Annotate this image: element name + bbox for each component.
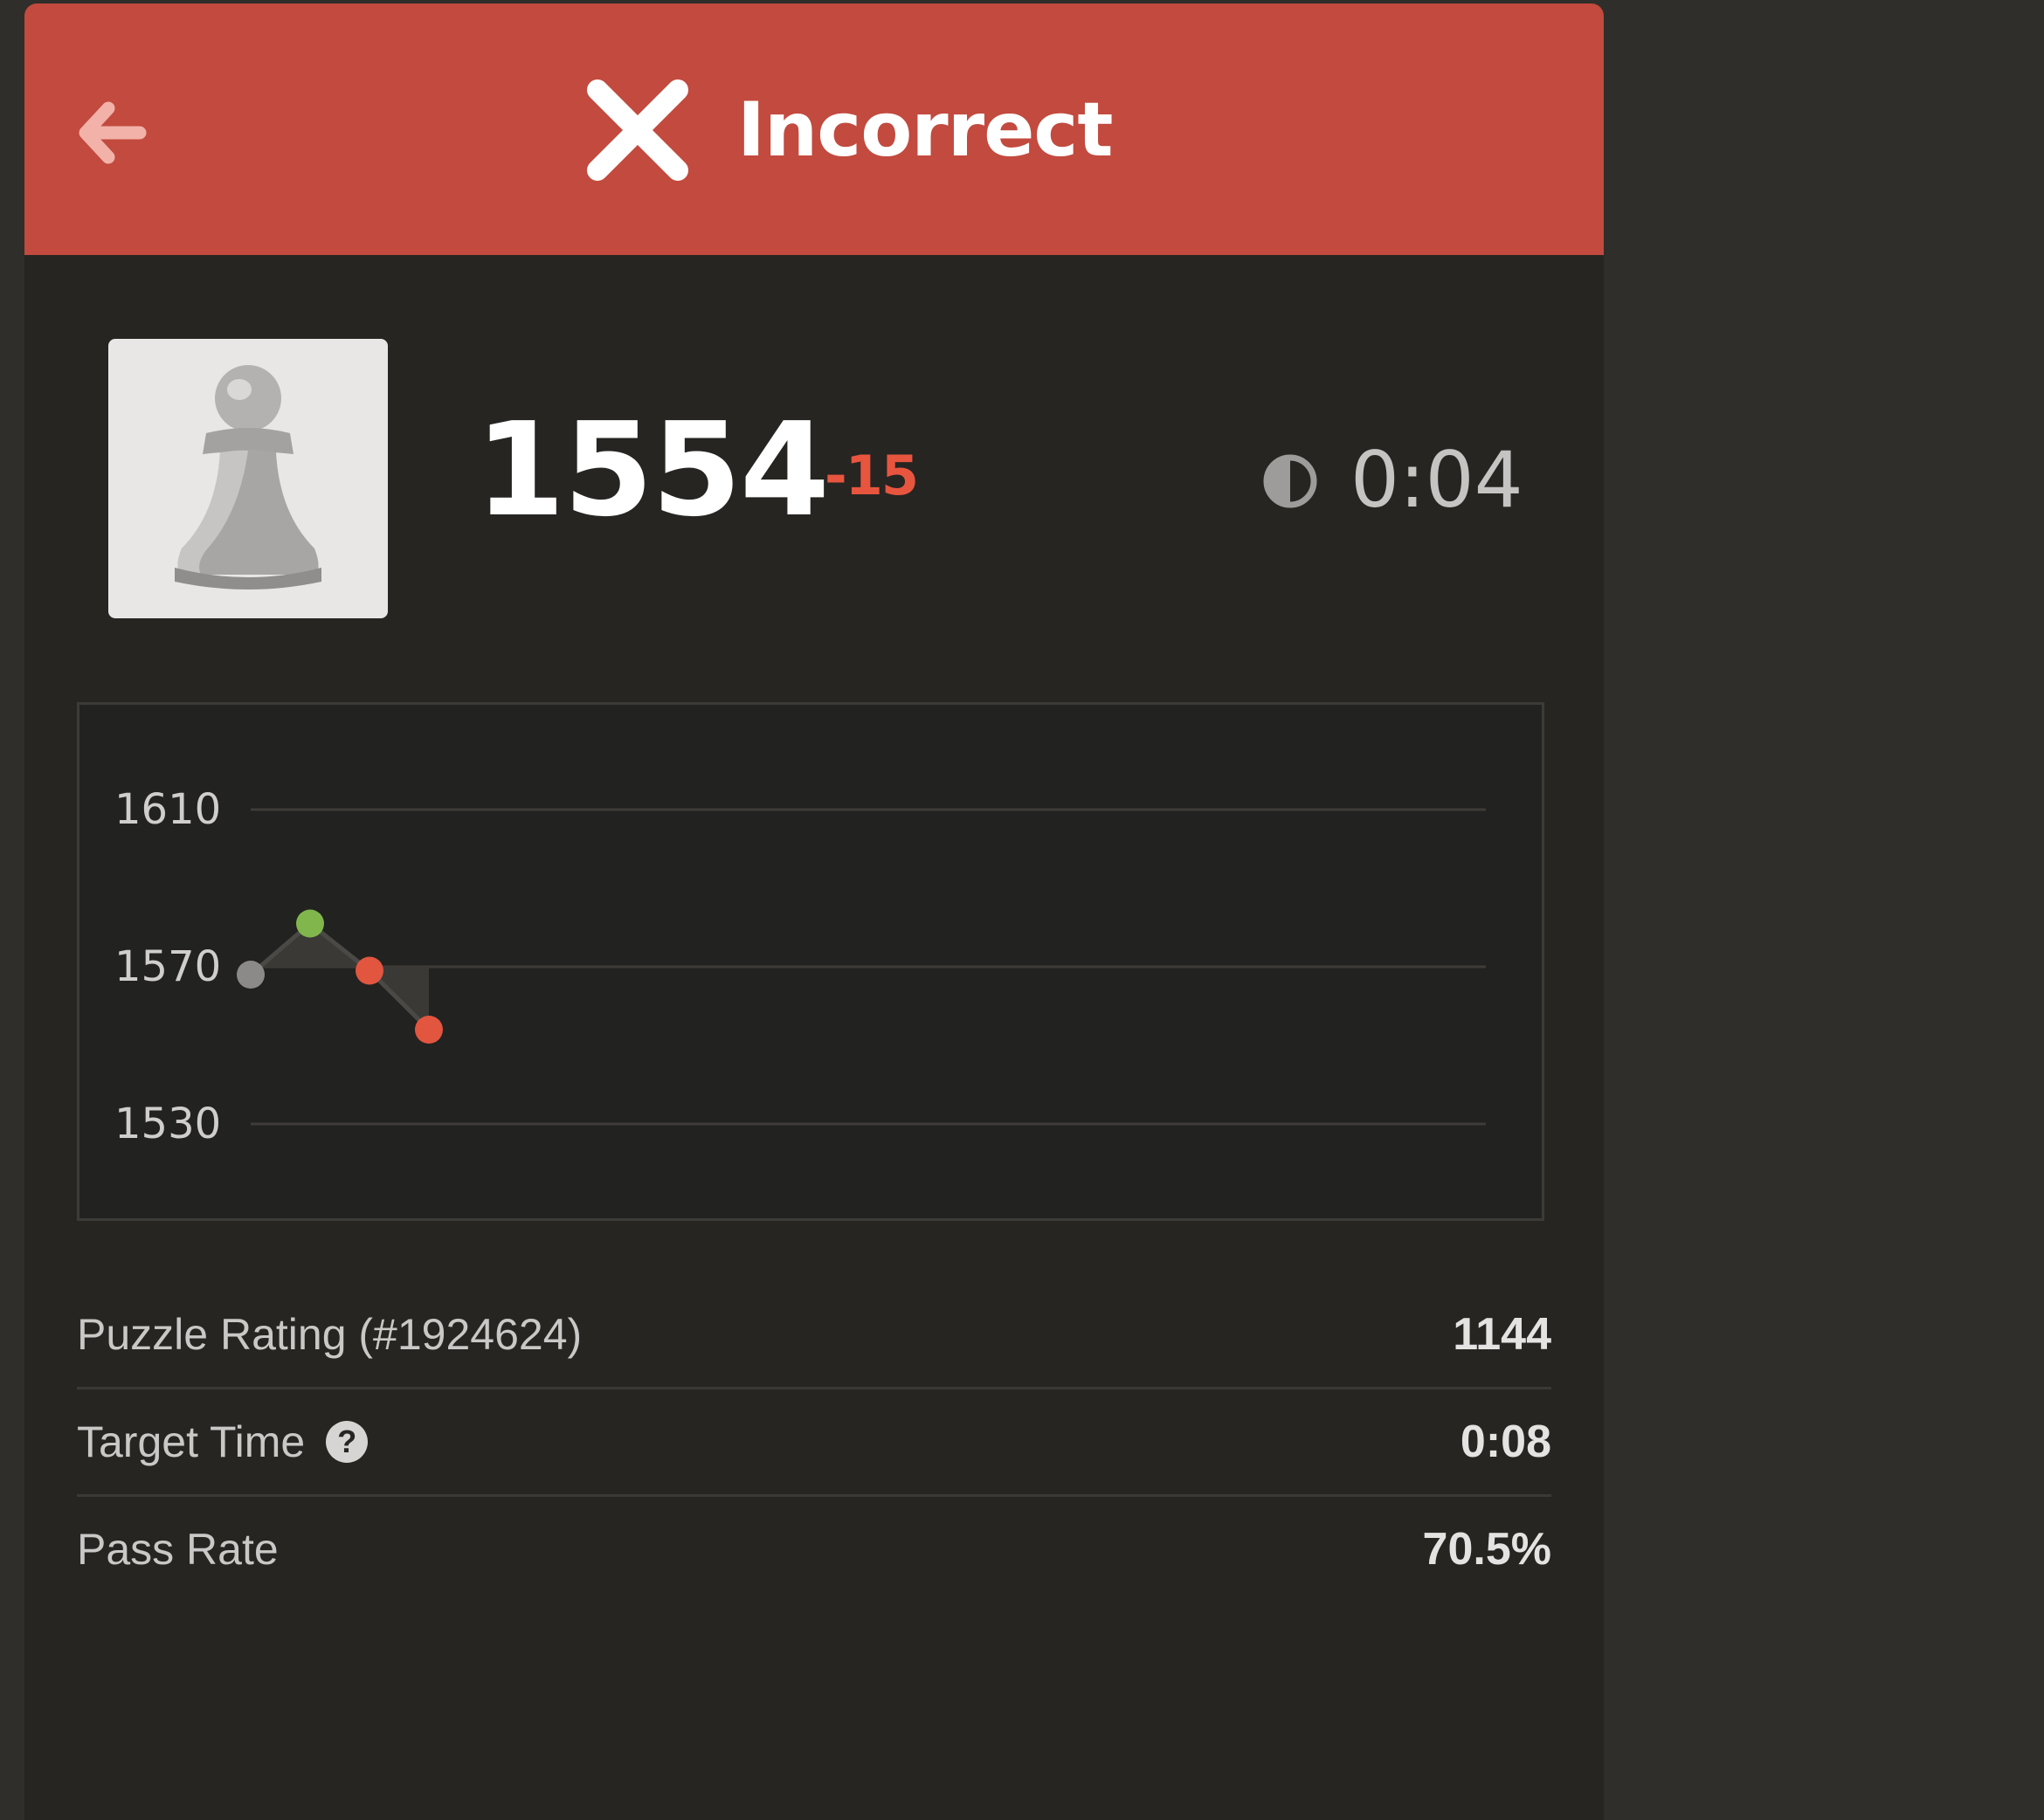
half-circle-clock-icon [1263,454,1317,508]
x-icon [587,79,688,181]
back-button[interactable] [70,91,154,175]
rating-change: -15 [825,444,919,507]
result-title-text: Incorrect [737,86,1114,174]
stat-label: Puzzle Rating (#1924624) [77,1310,583,1359]
arrow-left-icon [79,101,147,164]
stat-value: 1144 [1453,1309,1551,1360]
stat-label: Target Time [77,1417,306,1466]
stat-label-wrap: Target Time ? [77,1417,369,1467]
chart-y-tick-label: 1610 [114,785,221,834]
result-title: Incorrect [584,73,1114,187]
stat-row-pass-rate: Pass Rate 70.5% [77,1497,1551,1602]
stat-row-target-time: Target Time ? 0:08 [77,1389,1551,1497]
question-circle-icon[interactable]: ? [326,1421,369,1463]
stat-label: Pass Rate [77,1525,279,1574]
avatar [108,339,388,618]
result-header: Incorrect [24,3,1604,255]
chart-y-tick-label: 1530 [114,1100,221,1148]
puzzle-stats: Puzzle Rating (#1924624) 1144 Target Tim… [77,1282,1551,1602]
chart-area [251,923,429,1030]
player-rating: 1554 [475,395,830,545]
stat-value: 0:08 [1460,1417,1551,1467]
puzzle-result-panel: Incorrect 1554 -15 0:04 1610 1570 1530 Puz… [24,3,1604,1820]
rating-chart: 1610 1570 1530 [77,702,1544,1221]
chart-point[interactable] [296,909,324,938]
stat-row-puzzle-rating: Puzzle Rating (#1924624) 1144 [77,1282,1551,1389]
chart-y-tick-label: 1570 [114,942,221,991]
stat-value: 70.5% [1422,1524,1551,1575]
rating-chart-svg: 1610 1570 1530 [114,785,1486,1148]
pawn-icon [175,365,321,589]
elapsed-time: 0:04 [1350,435,1523,525]
chart-point[interactable] [356,956,383,985]
chart-point[interactable] [237,961,265,989]
chart-point[interactable] [415,1016,443,1044]
